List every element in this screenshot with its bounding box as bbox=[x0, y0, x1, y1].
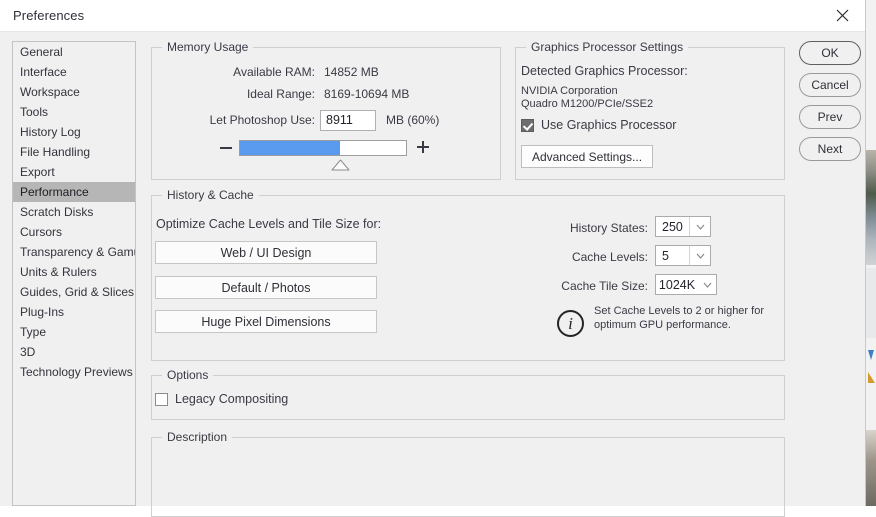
chevron-down-icon bbox=[689, 217, 710, 236]
background-marker-orange bbox=[868, 372, 875, 383]
gpu-model: Quadro M1200/PCIe/SSE2 bbox=[521, 98, 654, 110]
use-gpu-checkbox[interactable] bbox=[521, 119, 534, 132]
dialog-action-buttons: OK Cancel Prev Next bbox=[799, 41, 861, 169]
sidebar-item-interface[interactable]: Interface bbox=[13, 62, 135, 82]
cache-levels-select[interactable]: 5 bbox=[655, 245, 711, 266]
history-states-label: History States: bbox=[569, 221, 648, 235]
cache-tile-size-value: 1024K bbox=[658, 277, 696, 292]
next-button[interactable]: Next bbox=[799, 137, 861, 161]
title-bar: Preferences bbox=[0, 0, 865, 32]
cache-tile-size-label: Cache Tile Size: bbox=[561, 279, 648, 293]
sidebar-item-workspace[interactable]: Workspace bbox=[13, 82, 135, 102]
detected-gpu-label: Detected Graphics Processor: bbox=[521, 64, 688, 78]
preferences-dialog: Preferences General Interface Workspace … bbox=[0, 0, 866, 517]
history-states-select[interactable]: 250 bbox=[655, 216, 711, 237]
preset-web-ui-design-button[interactable]: Web / UI Design bbox=[155, 241, 377, 264]
let-photoshop-use-label: Let Photoshop Use: bbox=[209, 113, 315, 127]
sidebar-item-history-log[interactable]: History Log bbox=[13, 122, 135, 142]
sidebar-item-type[interactable]: Type bbox=[13, 322, 135, 342]
preset-huge-pixel-dimensions-button[interactable]: Huge Pixel Dimensions bbox=[155, 310, 377, 333]
cache-levels-value: 5 bbox=[662, 248, 669, 263]
advanced-settings-button[interactable]: Advanced Settings... bbox=[521, 145, 653, 168]
sidebar-item-performance[interactable]: Performance bbox=[13, 182, 135, 202]
sidebar-item-technology-previews[interactable]: Technology Previews bbox=[13, 362, 135, 382]
prev-button[interactable]: Prev bbox=[799, 105, 861, 129]
legacy-compositing-label: Legacy Compositing bbox=[175, 392, 289, 406]
sidebar-item-transparency-gamut[interactable]: Transparency & Gamut bbox=[13, 242, 135, 262]
sidebar-item-3d[interactable]: 3D bbox=[13, 342, 135, 362]
cancel-button[interactable]: Cancel bbox=[799, 73, 861, 97]
plus-icon[interactable] bbox=[415, 139, 431, 155]
sidebar-item-scratch-disks[interactable]: Scratch Disks bbox=[13, 202, 135, 222]
gpu-vendor: NVIDIA Corporation bbox=[521, 85, 618, 97]
ok-button[interactable]: OK bbox=[799, 41, 861, 65]
sidebar-item-file-handling[interactable]: File Handling bbox=[13, 142, 135, 162]
cache-tile-size-select[interactable]: 1024K bbox=[655, 274, 717, 295]
sidebar-item-general[interactable]: General bbox=[13, 42, 135, 62]
memory-slider[interactable] bbox=[239, 140, 407, 156]
close-icon[interactable] bbox=[819, 0, 865, 31]
optimize-cache-label: Optimize Cache Levels and Tile Size for: bbox=[156, 217, 382, 231]
preset-default-photos-button[interactable]: Default / Photos bbox=[155, 276, 377, 299]
screen: Preferences General Interface Workspace … bbox=[0, 0, 876, 517]
sidebar-item-guides-grid-slices[interactable]: Guides, Grid & Slices bbox=[13, 282, 135, 302]
history-cache-legend: History & Cache bbox=[162, 188, 259, 202]
available-ram-label: Available RAM: bbox=[233, 65, 315, 79]
memory-slider-fill bbox=[240, 141, 340, 155]
chevron-down-icon bbox=[698, 275, 716, 294]
sidebar-item-export[interactable]: Export bbox=[13, 162, 135, 182]
sidebar-item-cursors[interactable]: Cursors bbox=[13, 222, 135, 242]
window-title: Preferences bbox=[13, 8, 85, 23]
sidebar-item-units-rulers[interactable]: Units & Rulers bbox=[13, 262, 135, 282]
use-gpu-label: Use Graphics Processor bbox=[541, 118, 677, 132]
category-sidebar[interactable]: General Interface Workspace Tools Histor… bbox=[12, 41, 136, 506]
sidebar-item-tools[interactable]: Tools bbox=[13, 102, 135, 122]
history-states-value: 250 bbox=[662, 219, 683, 234]
options-legend: Options bbox=[162, 368, 214, 382]
memory-slider-thumb[interactable] bbox=[331, 158, 350, 171]
description-legend: Description bbox=[162, 430, 233, 444]
cache-hint-line1: Set Cache Levels to 2 or higher for bbox=[594, 305, 764, 317]
cache-levels-label: Cache Levels: bbox=[571, 250, 648, 264]
cache-hint-line2: optimum GPU performance. bbox=[594, 319, 731, 331]
graphics-processor-legend: Graphics Processor Settings bbox=[526, 40, 689, 54]
memory-amount-input[interactable]: 8911 bbox=[320, 110, 376, 131]
available-ram-value: 14852 MB bbox=[324, 65, 379, 79]
sidebar-item-plug-ins[interactable]: Plug-Ins bbox=[13, 302, 135, 322]
memory-usage-legend: Memory Usage bbox=[162, 40, 254, 54]
legacy-compositing-checkbox[interactable] bbox=[155, 393, 168, 406]
description-group: Description bbox=[151, 430, 785, 517]
background-marker-blue bbox=[868, 350, 874, 360]
info-icon: i bbox=[557, 310, 584, 337]
minus-icon[interactable] bbox=[218, 140, 234, 156]
memory-percent-suffix: MB (60%) bbox=[386, 113, 440, 127]
chevron-down-icon bbox=[689, 246, 710, 265]
ideal-range-label: Ideal Range: bbox=[246, 87, 315, 101]
ideal-range-value: 8169-10694 MB bbox=[324, 87, 410, 101]
